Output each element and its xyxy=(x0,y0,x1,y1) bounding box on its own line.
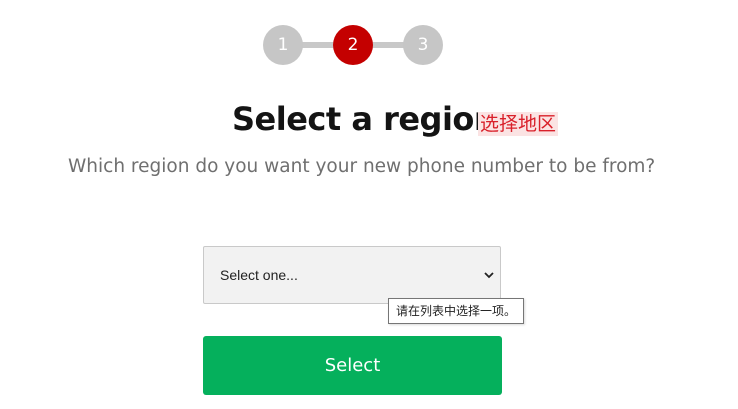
page-title: Select a region xyxy=(232,100,497,138)
region-select[interactable]: Select one... xyxy=(203,246,501,304)
progress-stepper: 1 2 3 xyxy=(263,25,444,65)
select-button[interactable]: Select xyxy=(203,336,502,395)
stepper-connector xyxy=(301,42,336,48)
region-select-value: Select one... xyxy=(220,267,298,283)
title-translation-annotation: 选择地区 xyxy=(478,112,559,136)
region-selection-page: 1 2 3 Select a region 选择地区 Which region … xyxy=(0,0,738,409)
validation-tooltip: 请在列表中选择一项。 xyxy=(388,298,525,324)
stepper-connector xyxy=(371,42,406,48)
step-2-active: 2 xyxy=(333,25,373,65)
chevron-down-icon xyxy=(484,272,494,279)
page-subtitle: Which region do you want your new phone … xyxy=(68,156,656,177)
step-1: 1 xyxy=(263,25,303,65)
step-3: 3 xyxy=(403,25,443,65)
